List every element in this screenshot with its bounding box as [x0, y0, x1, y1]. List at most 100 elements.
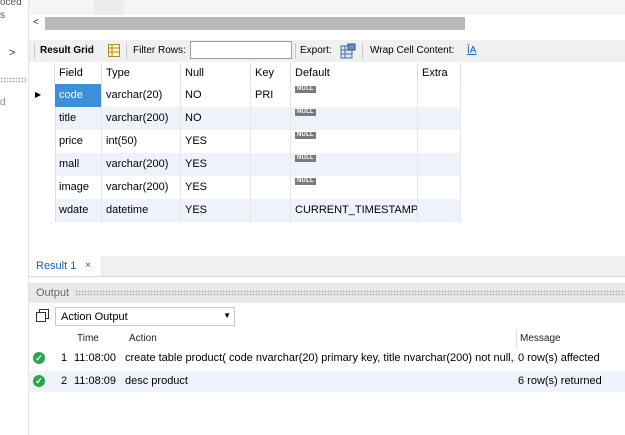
scroll-left-arrow-icon[interactable]: < [33, 17, 39, 28]
export-icon[interactable] [340, 43, 356, 59]
left-panel-strip: oced s > d [0, 0, 29, 435]
cell-type[interactable]: datetime [102, 199, 181, 222]
left-text-fragment: oced [0, 0, 22, 8]
toolbar-separator [34, 43, 35, 59]
result-grid-button[interactable]: Result Grid [40, 45, 94, 56]
row-selector[interactable] [29, 176, 56, 199]
column-header-type[interactable]: Type [102, 63, 181, 84]
null-badge: NULL [295, 178, 316, 185]
success-check-icon: ✓ [33, 375, 45, 387]
output-row-message: 6 row(s) returned [518, 375, 602, 387]
null-badge: NULL [295, 109, 316, 116]
table-row[interactable]: mall varchar(200) YES NULL [29, 153, 461, 176]
cell-extra[interactable] [418, 130, 461, 153]
cell-type[interactable]: varchar(200) [102, 107, 181, 130]
cell-null[interactable]: YES [181, 153, 251, 176]
row-selector[interactable] [29, 199, 56, 222]
export-label: Export: [300, 45, 332, 56]
cell-default[interactable]: CURRENT_TIMESTAMP [291, 199, 418, 222]
tab-result-1[interactable]: Result 1 × [29, 256, 101, 276]
table-row[interactable]: image varchar(200) YES NULL [29, 176, 461, 199]
table-row[interactable]: price int(50) YES NULL [29, 130, 461, 153]
cell-extra[interactable] [418, 153, 461, 176]
table-row[interactable]: wdate datetime YES CURRENT_TIMESTAMP [29, 199, 461, 222]
output-panel-header: Output [29, 283, 625, 303]
cell-field[interactable]: code [55, 84, 102, 107]
row-selector[interactable] [29, 153, 56, 176]
output-row[interactable]: ✓ 1 11:08:00 create table product( code … [29, 348, 625, 369]
row-selector[interactable] [29, 130, 56, 153]
table-row[interactable]: ▶ code varchar(20) NO PRI NULL [29, 84, 461, 107]
cell-null[interactable]: YES [181, 176, 251, 199]
output-title: Output [36, 287, 70, 299]
cell-field[interactable]: title [55, 107, 102, 130]
expand-chevron-icon[interactable]: > [9, 47, 15, 59]
cell-default[interactable]: NULL [291, 84, 418, 107]
output-type-select[interactable]: Action Output ▼ [55, 307, 235, 326]
cell-null[interactable]: NO [181, 84, 251, 107]
cell-default[interactable]: NULL [291, 153, 418, 176]
left-text-fragment-2: s [0, 10, 5, 21]
column-header-null[interactable]: Null [181, 63, 251, 84]
cell-type[interactable]: varchar(20) [102, 84, 181, 107]
cell-extra[interactable] [418, 199, 461, 222]
result-grid-toolbar: Result Grid Filter Rows: Export: Wrap Ce… [29, 40, 625, 62]
cell-extra[interactable] [418, 176, 461, 199]
cell-field[interactable]: price [55, 130, 102, 153]
horizontal-scrollbar[interactable]: < [29, 15, 625, 33]
output-row-time: 11:08:00 [74, 352, 117, 364]
cell-extra[interactable] [418, 107, 461, 130]
success-check-icon: ✓ [33, 352, 45, 364]
cell-key[interactable]: PRI [251, 84, 291, 107]
cell-default[interactable]: NULL [291, 176, 418, 199]
column-header-key[interactable]: Key [251, 63, 291, 84]
copy-icon[interactable] [36, 309, 50, 323]
output-panel: Action Output ▼ Time Action Message ✓ 1 … [29, 303, 625, 435]
cell-field[interactable]: image [55, 176, 102, 199]
cell-field[interactable]: mall [55, 153, 102, 176]
output-header-time: Time [77, 333, 99, 344]
cell-key[interactable] [251, 130, 291, 153]
output-row-action: desc product [125, 375, 188, 387]
cell-key[interactable] [251, 153, 291, 176]
output-row-time: 11:08:09 [74, 375, 117, 387]
panel-splitter-grip[interactable] [75, 290, 625, 296]
cell-null[interactable]: YES [181, 199, 251, 222]
table-row[interactable]: title varchar(200) NO NULL [29, 107, 461, 130]
null-badge: NULL [295, 155, 316, 162]
cell-null[interactable]: NO [181, 107, 251, 130]
output-row[interactable]: ✓ 2 11:08:09 desc product 6 row(s) retur… [29, 371, 625, 392]
wrap-cell-content-label: Wrap Cell Content: [370, 45, 455, 56]
cell-key[interactable] [251, 199, 291, 222]
cell-type[interactable]: int(50) [102, 130, 181, 153]
output-type-value: Action Output [61, 311, 128, 323]
row-selector[interactable] [29, 107, 56, 130]
cell-null[interactable]: YES [181, 130, 251, 153]
top-panel-strip [29, 0, 625, 15]
splitter-grip[interactable] [0, 77, 26, 83]
null-badge: NULL [295, 86, 316, 93]
wrap-cell-content-icon[interactable]: ĪA [467, 45, 476, 56]
cell-type[interactable]: varchar(200) [102, 176, 181, 199]
cell-field[interactable]: wdate [55, 199, 102, 222]
cell-key[interactable] [251, 107, 291, 130]
result-grid: Field Type Null Key Default Extra ▶ code… [29, 63, 461, 222]
cell-type[interactable]: varchar(200) [102, 153, 181, 176]
column-header-extra[interactable]: Extra [418, 63, 461, 84]
output-row-number: 2 [61, 375, 68, 387]
output-header-action: Action [129, 333, 157, 344]
output-row-message: 0 row(s) affected [518, 352, 600, 364]
column-header-field[interactable]: Field [55, 63, 102, 84]
grid-layout-icon[interactable] [108, 44, 120, 57]
scrollbar-thumb[interactable] [45, 17, 465, 30]
toolbar-separator [362, 43, 363, 59]
filter-rows-input[interactable] [190, 41, 292, 59]
column-header-default[interactable]: Default [291, 63, 418, 84]
toolbar-separator [295, 43, 296, 59]
cell-extra[interactable] [418, 84, 461, 107]
close-icon[interactable]: × [85, 260, 91, 271]
cell-default[interactable]: NULL [291, 107, 418, 130]
cell-default[interactable]: NULL [291, 130, 418, 153]
cell-key[interactable] [251, 176, 291, 199]
row-selector[interactable]: ▶ [29, 84, 56, 107]
